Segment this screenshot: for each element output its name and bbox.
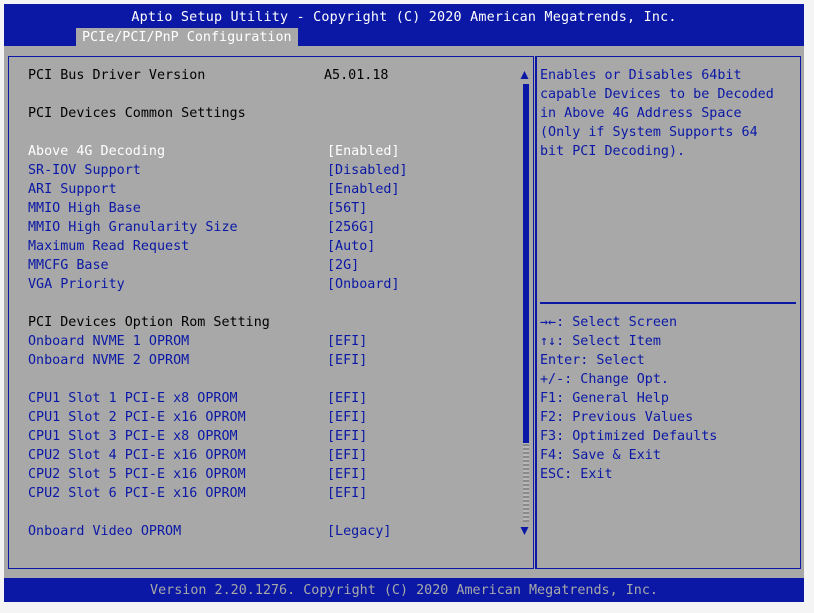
setting-value: [Auto] <box>327 239 376 254</box>
setting-row-onboard-video-oprom[interactable]: Onboard Video OPROM [Legacy] <box>28 522 392 541</box>
setting-label: VGA Priority <box>28 277 125 292</box>
setting-value: [256G] <box>327 220 376 235</box>
setting-value: [2G] <box>327 258 360 273</box>
key-hint-optimized-defaults: F3: Optimized Defaults <box>540 429 718 444</box>
scroll-down-arrow-icon[interactable] <box>520 526 529 536</box>
setting-label: Above 4G Decoding <box>28 144 166 159</box>
key-hint-general-help: F1: General Help <box>540 391 669 406</box>
setting-label: CPU2 Slot 4 PCI-E x16 OPROM <box>28 448 246 463</box>
setting-row-maximum-read-request[interactable]: Maximum Read Request [Auto] <box>28 237 375 256</box>
pci-bus-driver-row: PCI Bus Driver Version A5.01.18 <box>28 66 389 85</box>
help-divider <box>540 302 796 304</box>
setting-row-mmio-high-base[interactable]: MMIO High Base [56T] <box>28 199 367 218</box>
setting-row-cpu1-slot1-oprom[interactable]: CPU1 Slot 1 PCI-E x8 OPROM [EFI] <box>28 389 367 408</box>
setting-label: MMIO High Granularity Size <box>28 220 238 235</box>
setting-label: SR-IOV Support <box>28 163 141 178</box>
help-description-line: capable Devices to be Decoded <box>540 87 774 102</box>
setting-row-mmio-high-granularity-size[interactable]: MMIO High Granularity Size [256G] <box>28 218 375 237</box>
setting-row-sr-iov-support[interactable]: SR-IOV Support [Disabled] <box>28 161 408 180</box>
setting-value: [EFI] <box>327 353 368 368</box>
setting-label: CPU1 Slot 1 PCI-E x8 OPROM <box>28 391 238 406</box>
key-hint-change-opt: +/-: Change Opt. <box>540 372 669 387</box>
setting-row-onboard-nvme-2-oprom[interactable]: Onboard NVME 2 OPROM [EFI] <box>28 351 367 370</box>
help-description-line: Enables or Disables 64bit <box>540 68 742 83</box>
setting-row-cpu2-slot5-oprom[interactable]: CPU2 Slot 5 PCI-E x16 OPROM [EFI] <box>28 465 367 484</box>
setting-value: [EFI] <box>327 486 368 501</box>
setting-label: MMIO High Base <box>28 201 141 216</box>
setting-label: CPU2 Slot 6 PCI-E x16 OPROM <box>28 486 246 501</box>
pci-bus-driver-value: A5.01.18 <box>324 68 389 83</box>
setting-label: CPU1 Slot 3 PCI-E x8 OPROM <box>28 429 238 444</box>
setting-label: Maximum Read Request <box>28 239 190 254</box>
scroll-up-arrow-icon[interactable] <box>520 70 529 80</box>
help-description-line: in Above 4G Address Space <box>540 106 742 121</box>
setting-row-cpu2-slot4-oprom[interactable]: CPU2 Slot 4 PCI-E x16 OPROM [EFI] <box>28 446 367 465</box>
setting-value: [EFI] <box>327 410 368 425</box>
setting-value: [Enabled] <box>327 144 400 159</box>
pci-bus-driver-label: PCI Bus Driver Version <box>28 68 206 83</box>
bios-screen: Aptio Setup Utility - Copyright (C) 2020… <box>4 4 804 602</box>
setting-label: Onboard NVME 1 OPROM <box>28 334 190 349</box>
setting-label: CPU2 Slot 5 PCI-E x16 OPROM <box>28 467 246 482</box>
key-hint-save-exit: F4: Save & Exit <box>540 448 661 463</box>
setting-value: [Disabled] <box>327 163 408 178</box>
setting-label: ARI Support <box>28 182 117 197</box>
setting-value: [Onboard] <box>327 277 400 292</box>
key-hint-enter: Enter: Select <box>540 353 645 368</box>
scrollbar-thumb[interactable] <box>523 84 529 443</box>
setting-value: [Enabled] <box>327 182 400 197</box>
footer-bar: Version 2.20.1276. Copyright (C) 2020 Am… <box>4 578 804 602</box>
help-description-line: bit PCI Decoding). <box>540 144 686 159</box>
app-title: Aptio Setup Utility - Copyright (C) 2020… <box>131 10 677 25</box>
setting-value: [Legacy] <box>327 524 392 539</box>
title-bar: Aptio Setup Utility - Copyright (C) 2020… <box>4 4 804 47</box>
help-description-line: (Only if System Supports 64 <box>540 125 758 140</box>
version-text: Version 2.20.1276. Copyright (C) 2020 Am… <box>150 583 658 598</box>
setting-label: CPU1 Slot 2 PCI-E x16 OPROM <box>28 410 246 425</box>
setting-value: [EFI] <box>327 429 368 444</box>
setting-row-cpu2-slot6-oprom[interactable]: CPU2 Slot 6 PCI-E x16 OPROM [EFI] <box>28 484 367 503</box>
key-hint-previous-values: F2: Previous Values <box>540 410 694 425</box>
common-settings-heading: PCI Devices Common Settings <box>28 106 246 121</box>
setting-row-above-4g-decoding[interactable]: Above 4G Decoding [Enabled] <box>28 142 400 161</box>
setting-label: MMCFG Base <box>28 258 109 273</box>
setting-row-vga-priority[interactable]: VGA Priority [Onboard] <box>28 275 400 294</box>
tab-pcie-pci-pnp-configuration[interactable]: PCIe/PCI/PnP Configuration <box>76 28 298 47</box>
key-hint-exit: ESC: Exit <box>540 467 613 482</box>
setting-row-onboard-nvme-1-oprom[interactable]: Onboard NVME 1 OPROM [EFI] <box>28 332 367 351</box>
setting-value: [EFI] <box>327 391 368 406</box>
setting-value: [EFI] <box>327 467 368 482</box>
setting-value: [EFI] <box>327 448 368 463</box>
key-hint-select-item: ↑↓: Select Item <box>540 334 661 349</box>
setting-value: [56T] <box>327 201 368 216</box>
setting-row-cpu1-slot2-oprom[interactable]: CPU1 Slot 2 PCI-E x16 OPROM [EFI] <box>28 408 367 427</box>
setting-row-cpu1-slot3-oprom[interactable]: CPU1 Slot 3 PCI-E x8 OPROM [EFI] <box>28 427 367 446</box>
setting-row-ari-support[interactable]: ARI Support [Enabled] <box>28 180 400 199</box>
setting-value: [EFI] <box>327 334 368 349</box>
option-rom-heading: PCI Devices Option Rom Setting <box>28 315 270 330</box>
setting-label: Onboard Video OPROM <box>28 524 182 539</box>
setting-row-mmcfg-base[interactable]: MMCFG Base [2G] <box>28 256 359 275</box>
setting-label: Onboard NVME 2 OPROM <box>28 353 190 368</box>
key-hint-select-screen: →←: Select Screen <box>540 315 678 330</box>
